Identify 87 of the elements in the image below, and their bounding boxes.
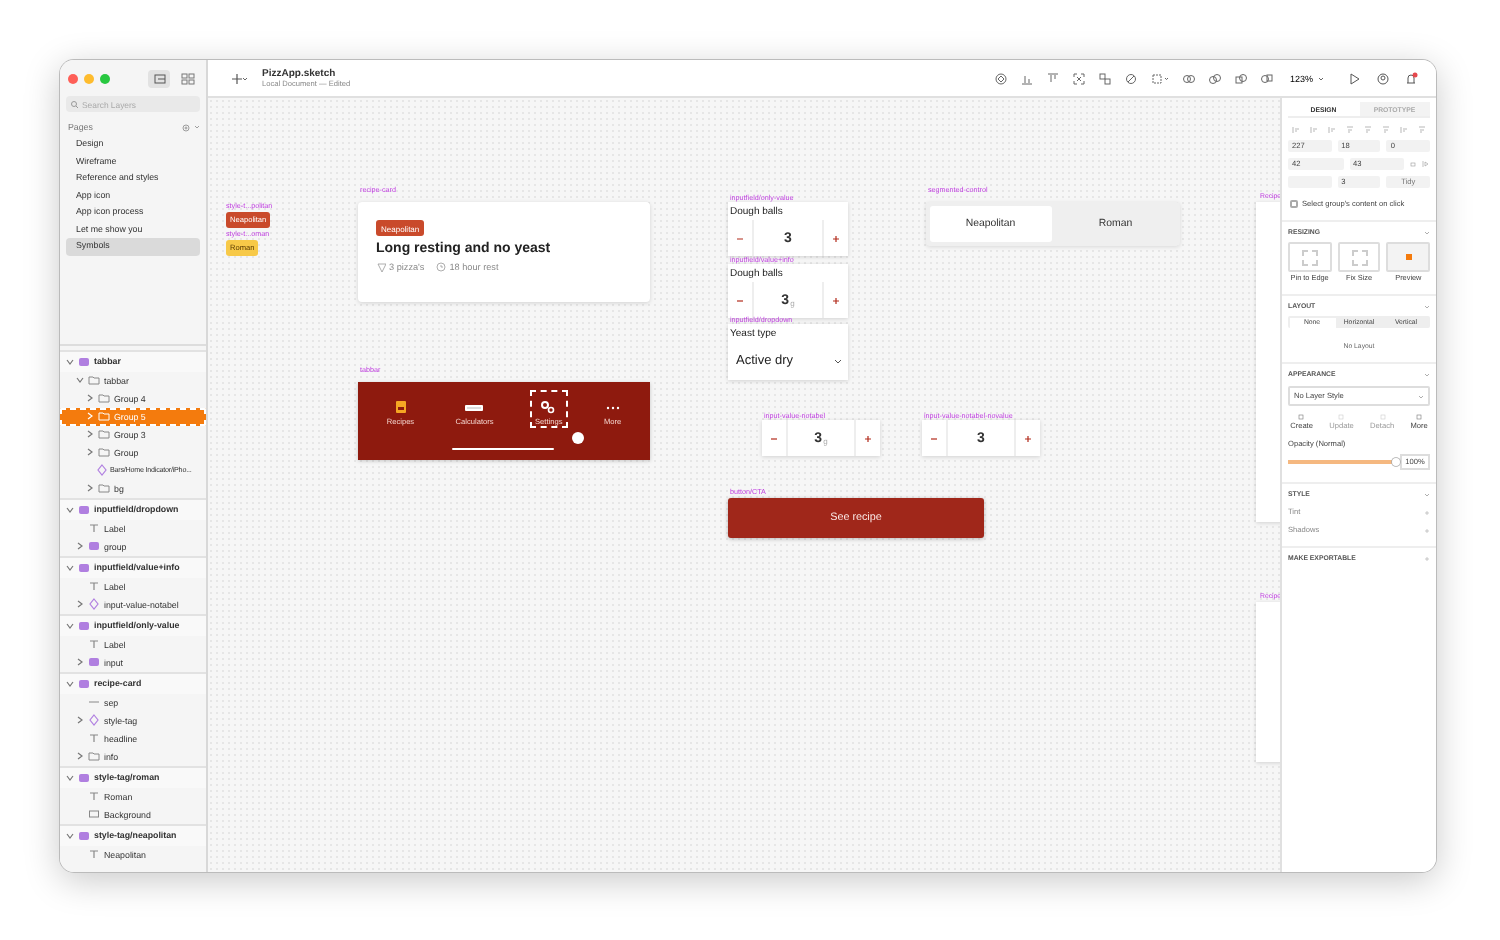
- disclosure-icon[interactable]: [76, 600, 84, 608]
- symbol-icon: [994, 71, 1008, 85]
- disclosure-icon[interactable]: [76, 658, 84, 666]
- align-left-icon: [1292, 126, 1300, 134]
- components-toggle-button[interactable]: [176, 69, 198, 87]
- symbol-icon: [78, 355, 90, 367]
- symbol-icon: [78, 771, 90, 783]
- plus-icon: [832, 235, 840, 241]
- home-indicator: [452, 448, 554, 451]
- resizing-option[interactable]: [1386, 242, 1431, 272]
- book-icon: [393, 400, 408, 414]
- disclosure-icon[interactable]: [76, 542, 84, 550]
- search-icon: [70, 99, 80, 109]
- line-icon: [88, 696, 100, 708]
- subtract-icon: [1208, 71, 1222, 85]
- disclosure-icon[interactable]: [66, 357, 74, 365]
- clock-icon: [436, 262, 447, 272]
- cursor-dot: [572, 432, 584, 444]
- disclosure-icon[interactable]: [66, 773, 74, 781]
- more-icon: [605, 402, 620, 414]
- minus-icon: [736, 235, 744, 241]
- text-layer-icon: [88, 790, 100, 802]
- symbol-icon: [78, 829, 90, 841]
- symbol-icon: [78, 619, 90, 631]
- align-middle-icon: [1364, 126, 1372, 134]
- symbol-icon: [78, 503, 90, 515]
- disclosure-icon[interactable]: [76, 716, 84, 724]
- add-page-icon: [182, 123, 190, 131]
- layers-toggle-button[interactable]: [148, 69, 170, 87]
- align-bottom-icon: [1020, 71, 1034, 85]
- minus-icon: [736, 297, 744, 303]
- plus-icon: [832, 297, 840, 303]
- folder-icon: [88, 750, 100, 762]
- align-top-icon: [1346, 126, 1354, 134]
- more-icon: [1416, 414, 1423, 420]
- mask-icon: [1124, 71, 1138, 85]
- intersect-icon: [1234, 71, 1248, 85]
- disclosure-icon[interactable]: [86, 394, 94, 402]
- plus-icon: [864, 435, 872, 441]
- text-layer-icon: [88, 732, 100, 744]
- diamond-icon: [88, 598, 100, 610]
- increment-button[interactable]: [822, 220, 848, 256]
- disclosure-icon[interactable]: [86, 484, 94, 492]
- disclosure-icon[interactable]: [76, 376, 84, 384]
- plus-icon: [1024, 435, 1032, 441]
- close-button[interactable]: [68, 73, 78, 83]
- bell-icon: [1403, 71, 1418, 85]
- keyboard-icon: [464, 402, 485, 414]
- scale-icon: [1072, 71, 1086, 85]
- union-icon: [1182, 71, 1196, 85]
- grid-icon: [179, 71, 195, 85]
- increment-button[interactable]: [1014, 420, 1040, 456]
- gears-icon: [540, 400, 557, 414]
- text-layer-icon: [88, 638, 100, 650]
- create-style-icon: [1298, 414, 1305, 420]
- align-right-icon: [1328, 126, 1336, 134]
- minus-icon: [930, 435, 938, 441]
- difference-icon: [1260, 71, 1274, 85]
- rectangle-icon: [88, 808, 100, 820]
- text-layer-icon: [88, 848, 100, 860]
- disclosure-icon[interactable]: [66, 505, 74, 513]
- folder-icon: [98, 482, 110, 494]
- distribute-vertical-icon: [1418, 126, 1426, 134]
- diamond-icon: [88, 714, 100, 726]
- align-center-icon: [1310, 126, 1318, 134]
- minus-icon: [770, 435, 778, 441]
- disclosure-icon[interactable]: [66, 679, 74, 687]
- increment-button[interactable]: [822, 282, 848, 318]
- checkbox[interactable]: [1290, 200, 1298, 208]
- distribute-horizontal-icon: [1400, 126, 1408, 134]
- disclosure-icon[interactable]: [66, 621, 74, 629]
- layers-icon: [151, 71, 167, 85]
- disclosure-icon[interactable]: [76, 752, 84, 760]
- align-top-icon: [1046, 71, 1060, 85]
- pizza-slice-icon: [376, 262, 386, 272]
- increment-button[interactable]: [854, 420, 880, 456]
- disclosure-icon[interactable]: [86, 430, 94, 438]
- align-bottom-icon: [1382, 126, 1390, 134]
- plus-icon: [230, 72, 242, 84]
- disclosure-icon[interactable]: [66, 563, 74, 571]
- diamond-icon: [96, 464, 108, 476]
- play-icon: [1347, 71, 1362, 85]
- text-layer-icon: [88, 580, 100, 592]
- zoom-button[interactable]: [100, 73, 110, 83]
- disclosure-icon[interactable]: [86, 448, 94, 456]
- text-layer-icon: [88, 522, 100, 534]
- disclosure-icon[interactable]: [66, 831, 74, 839]
